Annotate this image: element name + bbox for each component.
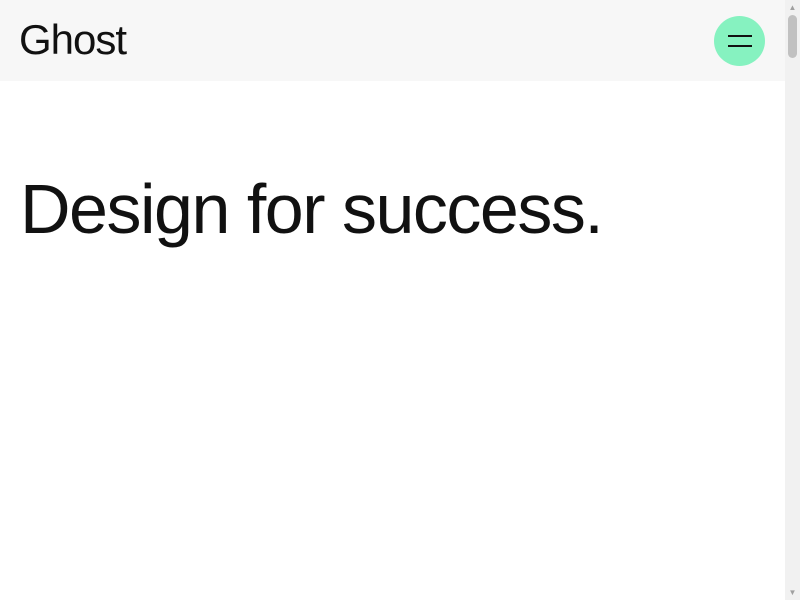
menu-button[interactable] bbox=[714, 16, 765, 66]
hero-headline: Design for success. bbox=[20, 169, 604, 248]
vertical-scrollbar[interactable]: ▲ ▼ bbox=[785, 0, 800, 600]
site-header: Ghost bbox=[0, 0, 785, 81]
ghost-logo[interactable]: Ghost bbox=[19, 16, 127, 64]
browser-page: Ghost Design for success. ▲ ▼ bbox=[0, 0, 800, 600]
triangle-down-icon[interactable]: ▼ bbox=[785, 585, 800, 600]
page-content: Ghost Design for success. bbox=[0, 0, 785, 600]
scrollbar-thumb[interactable] bbox=[788, 15, 797, 58]
triangle-up-icon[interactable]: ▲ bbox=[785, 0, 800, 15]
hamburger-icon bbox=[727, 35, 752, 47]
